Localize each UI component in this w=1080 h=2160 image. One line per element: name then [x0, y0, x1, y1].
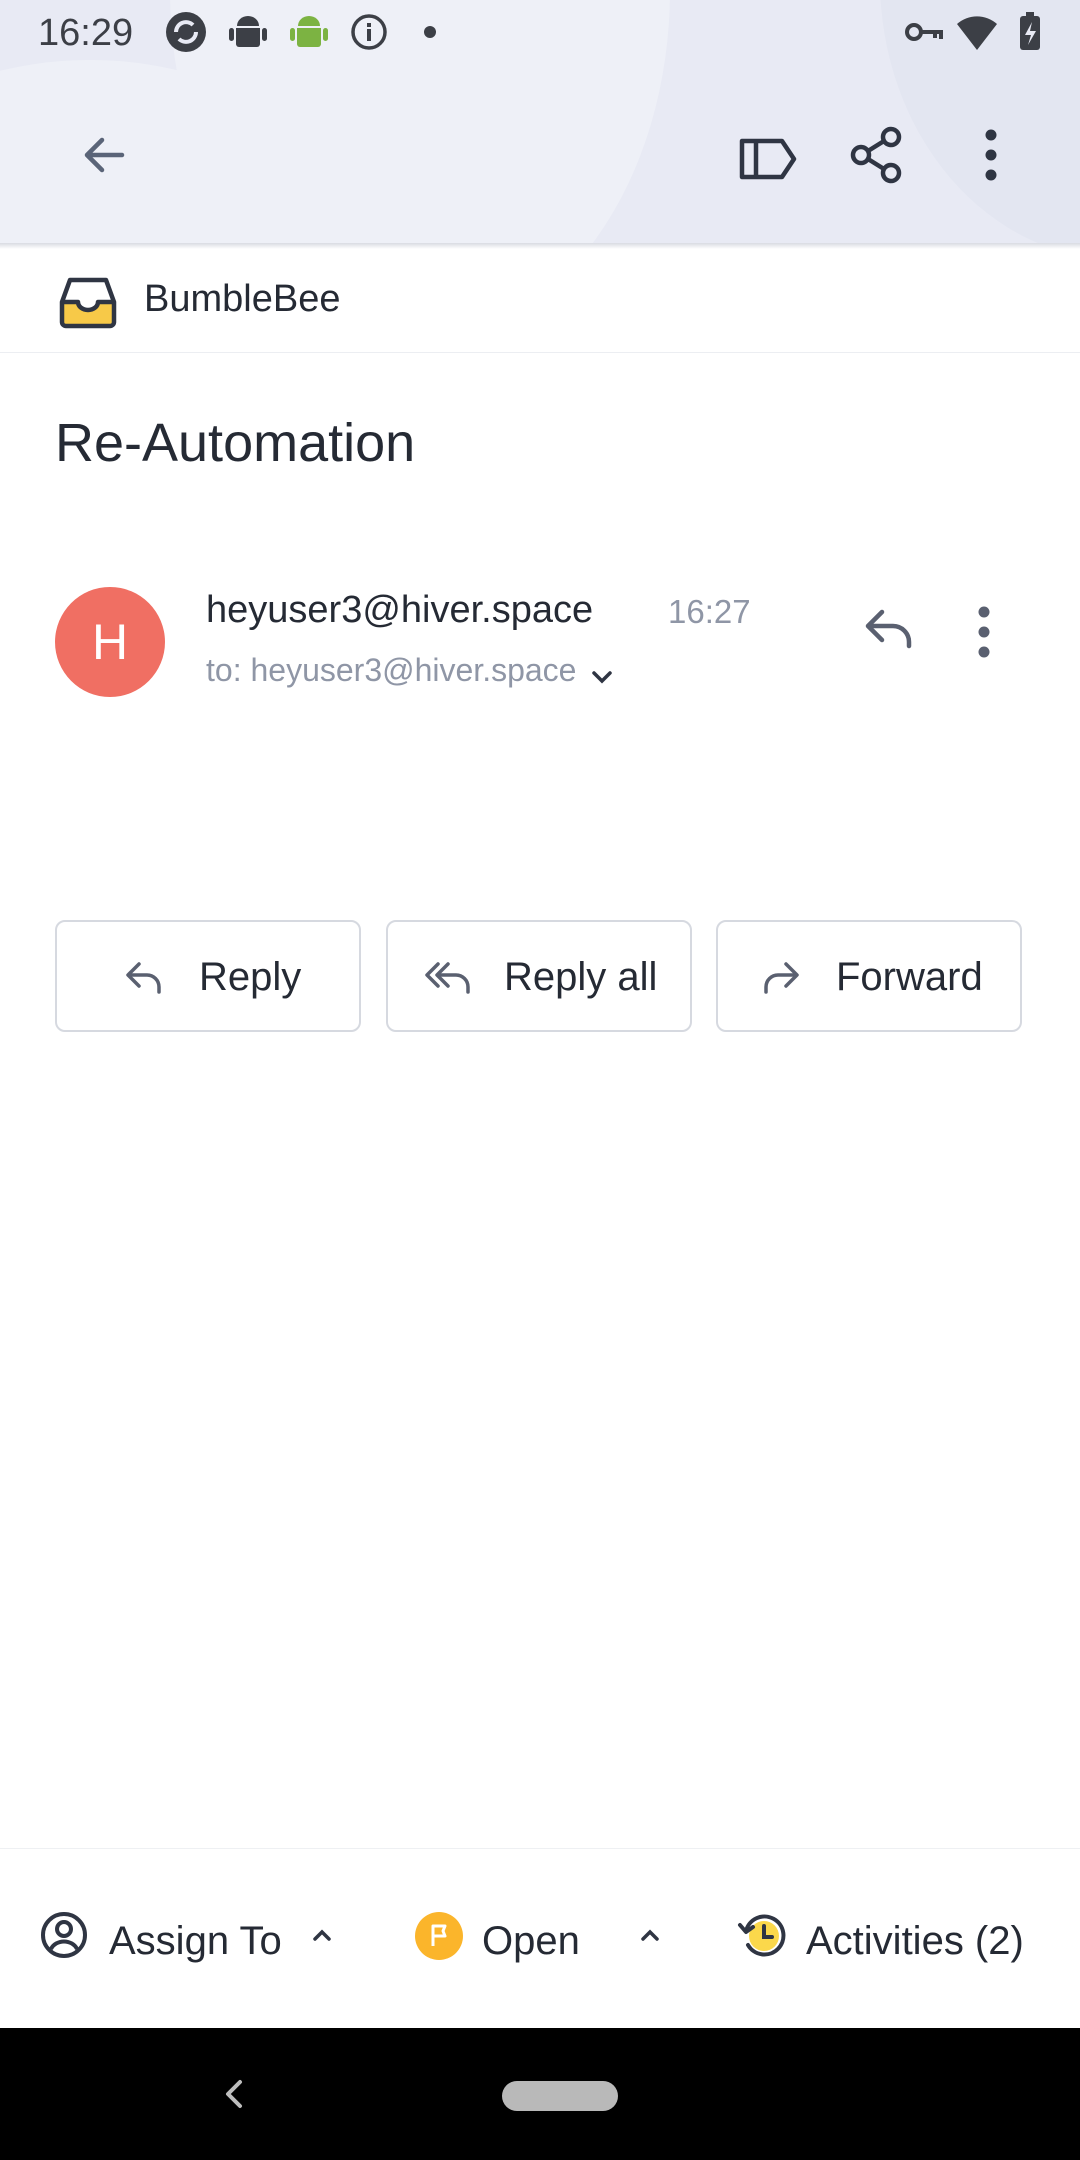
sender-address: heyuser3@hiver.space: [206, 589, 594, 631]
vpn-key-icon: [905, 23, 943, 41]
nav-back-icon[interactable]: [218, 2074, 252, 2114]
chevron-up-icon: [313, 1929, 331, 1941]
mailbox-name: BumbleBee: [144, 278, 341, 320]
label-icon[interactable]: [736, 127, 800, 191]
message-more-icon[interactable]: [960, 600, 1008, 664]
inbox-tray-icon: [59, 277, 117, 329]
status-label: Open: [482, 1919, 580, 1963]
system-nav-bar: [0, 2028, 1080, 2160]
message-time: 16:27: [668, 593, 751, 630]
share-icon[interactable]: [845, 123, 909, 187]
arrow-left-icon[interactable]: [72, 123, 136, 187]
recipients-toggle[interactable]: to: heyuser3@hiver.space: [206, 652, 617, 692]
flag-badge-icon: [415, 1912, 463, 1960]
reply-button[interactable]: Reply: [55, 920, 361, 1032]
activities-button[interactable]: Activities (2): [734, 1889, 1064, 1989]
wifi-icon: [957, 16, 997, 50]
chevron-down-icon: [592, 671, 612, 684]
header-shadow: [0, 243, 1080, 249]
reply-icon: [126, 962, 161, 994]
more-vertical-icon[interactable]: [959, 123, 1023, 187]
activity-history-icon: [738, 1914, 786, 1957]
status-time: 16:29: [38, 12, 134, 54]
email-subject: Re-Automation: [55, 413, 416, 473]
forward-button[interactable]: Forward: [716, 920, 1022, 1032]
assign-to-button[interactable]: Assign To: [36, 1889, 346, 1989]
sender-avatar: H: [55, 587, 165, 697]
info-icon: [351, 14, 387, 50]
recipient-line: to: heyuser3@hiver.space: [206, 652, 577, 688]
reply-label: Reply: [199, 955, 302, 999]
reply-all-icon: [425, 962, 470, 994]
android-green-icon: [290, 16, 328, 47]
mailbox-row[interactable]: BumbleBee: [0, 252, 1080, 353]
android-icon: [229, 16, 267, 47]
assign-to-label: Assign To: [109, 1919, 282, 1963]
chevron-up-icon: [641, 1929, 659, 1941]
nav-home-pill[interactable]: [502, 2081, 618, 2111]
user-circle-icon: [41, 1912, 87, 1958]
dot-icon: [424, 26, 436, 38]
reply-all-label: Reply all: [504, 955, 658, 999]
status-open-button[interactable]: Open: [412, 1889, 672, 1989]
forward-icon: [764, 962, 799, 994]
app-header: 16:29: [0, 0, 1080, 243]
reply-icon[interactable]: [860, 600, 918, 658]
sync-icon: [166, 12, 206, 52]
forward-label: Forward: [836, 955, 983, 999]
battery-charging-icon: [1020, 12, 1040, 50]
bottom-action-bar: Assign To Open Activities (2): [0, 1848, 1080, 2029]
reply-all-button[interactable]: Reply all: [386, 920, 692, 1032]
activities-label: Activities (2): [806, 1919, 1024, 1963]
